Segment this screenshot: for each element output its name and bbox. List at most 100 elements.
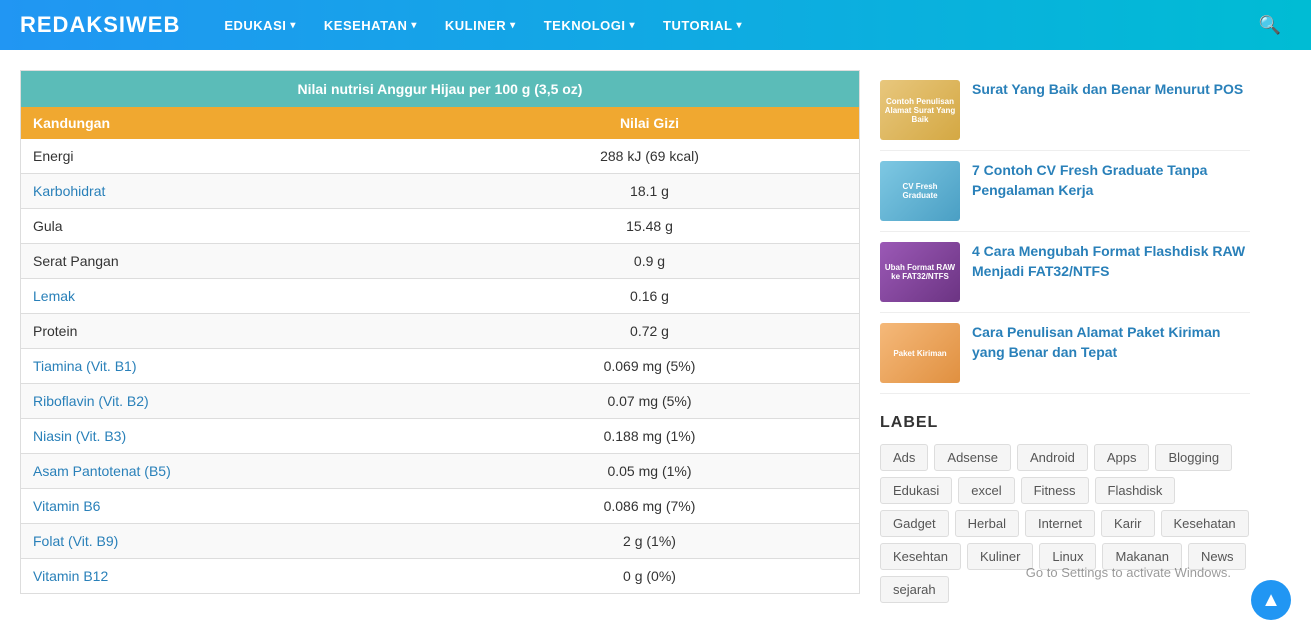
sidebar-articles: Contoh Penulisan Alamat Surat Yang Baik S… bbox=[880, 70, 1250, 394]
table-row: Gula15.48 g bbox=[21, 209, 860, 244]
article-info: 4 Cara Mengubah Format Flashdisk RAW Men… bbox=[972, 242, 1250, 281]
table-row: Riboflavin (Vit. B2)0.07 mg (5%) bbox=[21, 384, 860, 419]
cell-kandungan: Tiamina (Vit. B1) bbox=[21, 349, 441, 384]
sidebar-article: Paket Kiriman Cara Penulisan Alamat Paket… bbox=[880, 313, 1250, 394]
cell-kandungan: Gula bbox=[21, 209, 441, 244]
nav-edukasi[interactable]: EDUKASI ▾ bbox=[210, 0, 310, 50]
label-tag[interactable]: Kesehtan bbox=[880, 543, 961, 570]
header: REDAKSIWEB EDUKASI ▾ KESEHATAN ▾ KULINER… bbox=[0, 0, 1311, 50]
article-info: 7 Contoh CV Fresh Graduate Tanpa Pengala… bbox=[972, 161, 1250, 200]
nutrition-table: Nilai nutrisi Anggur Hijau per 100 g (3,… bbox=[20, 70, 860, 594]
scroll-to-top-button[interactable]: ▲ bbox=[1251, 580, 1291, 620]
table-header: Kandungan Nilai Gizi bbox=[21, 107, 860, 139]
cell-nilai-gizi: 0.16 g bbox=[440, 279, 860, 314]
nav-kesehatan[interactable]: KESEHATAN ▾ bbox=[310, 0, 431, 50]
label-tag[interactable]: Blogging bbox=[1155, 444, 1232, 471]
cell-nilai-gizi: 288 kJ (69 kcal) bbox=[440, 139, 860, 174]
table-row: Asam Pantotenat (B5)0.05 mg (1%) bbox=[21, 454, 860, 489]
label-tag[interactable]: Apps bbox=[1094, 444, 1150, 471]
label-tag[interactable]: Ads bbox=[880, 444, 928, 471]
article-title[interactable]: 7 Contoh CV Fresh Graduate Tanpa Pengala… bbox=[972, 161, 1250, 200]
label-tag[interactable]: Linux bbox=[1039, 543, 1096, 570]
search-icon[interactable]: 🔍 bbox=[1249, 15, 1291, 36]
cell-nilai-gizi: 0.188 mg (1%) bbox=[440, 419, 860, 454]
label-tag[interactable]: Flashdisk bbox=[1095, 477, 1176, 504]
label-tag[interactable]: Kesehatan bbox=[1161, 510, 1249, 537]
chevron-down-icon: ▾ bbox=[737, 20, 743, 31]
thumbnail-text: CV Fresh Graduate bbox=[880, 178, 960, 204]
chevron-down-icon: ▾ bbox=[411, 20, 417, 31]
cell-kandungan: Asam Pantotenat (B5) bbox=[21, 454, 441, 489]
cell-kandungan: Vitamin B6 bbox=[21, 489, 441, 524]
main-content: Nilai nutrisi Anggur Hijau per 100 g (3,… bbox=[20, 70, 860, 603]
cell-kandungan: Niasin (Vit. B3) bbox=[21, 419, 441, 454]
label-tag[interactable]: Internet bbox=[1025, 510, 1095, 537]
nav-tutorial[interactable]: TUTORIAL ▾ bbox=[649, 0, 756, 50]
cell-kandungan: Karbohidrat bbox=[21, 174, 441, 209]
col-nilai-gizi: Nilai Gizi bbox=[440, 107, 860, 139]
sidebar: Contoh Penulisan Alamat Surat Yang Baik S… bbox=[880, 70, 1250, 603]
article-title[interactable]: 4 Cara Mengubah Format Flashdisk RAW Men… bbox=[972, 242, 1250, 281]
cell-nilai-gizi: 0.07 mg (5%) bbox=[440, 384, 860, 419]
col-kandungan: Kandungan bbox=[21, 107, 441, 139]
article-title[interactable]: Surat Yang Baik dan Benar Menurut POS bbox=[972, 80, 1250, 100]
cell-kandungan: Vitamin B12 bbox=[21, 559, 441, 594]
article-thumbnail: CV Fresh Graduate bbox=[880, 161, 960, 221]
article-thumbnail: Ubah Format RAW ke FAT32/NTFS bbox=[880, 242, 960, 302]
chevron-down-icon: ▾ bbox=[629, 20, 635, 31]
cell-kandungan: Riboflavin (Vit. B2) bbox=[21, 384, 441, 419]
label-tag[interactable]: excel bbox=[958, 477, 1014, 504]
article-thumbnail: Paket Kiriman bbox=[880, 323, 960, 383]
cell-kandungan: Folat (Vit. B9) bbox=[21, 524, 441, 559]
label-tag[interactable]: Gadget bbox=[880, 510, 949, 537]
thumbnail-text: Paket Kiriman bbox=[889, 345, 950, 362]
label-tag[interactable]: Edukasi bbox=[880, 477, 952, 504]
cell-nilai-gizi: 0.9 g bbox=[440, 244, 860, 279]
label-tag[interactable]: Kuliner bbox=[967, 543, 1033, 570]
chevron-down-icon: ▾ bbox=[510, 20, 516, 31]
label-tags: AdsAdsenseAndroidAppsBlogging Edukasiexce… bbox=[880, 444, 1250, 603]
cell-nilai-gizi: 18.1 g bbox=[440, 174, 860, 209]
label-tag[interactable]: sejarah bbox=[880, 576, 949, 603]
cell-kandungan: Protein bbox=[21, 314, 441, 349]
label-tag[interactable]: Karir bbox=[1101, 510, 1154, 537]
table-row: Karbohidrat18.1 g bbox=[21, 174, 860, 209]
label-tag[interactable]: Herbal bbox=[955, 510, 1019, 537]
cell-nilai-gizi: 15.48 g bbox=[440, 209, 860, 244]
thumbnail-text: Ubah Format RAW ke FAT32/NTFS bbox=[880, 259, 960, 285]
label-tag[interactable]: Android bbox=[1017, 444, 1088, 471]
thumbnail-text: Contoh Penulisan Alamat Surat Yang Baik bbox=[880, 93, 960, 128]
sidebar-article: CV Fresh Graduate 7 Contoh CV Fresh Gradu… bbox=[880, 151, 1250, 232]
table-title: Nilai nutrisi Anggur Hijau per 100 g (3,… bbox=[21, 71, 860, 108]
main-nav: EDUKASI ▾ KESEHATAN ▾ KULINER ▾ TEKNOLOG… bbox=[210, 0, 1248, 50]
cell-nilai-gizi: 0.05 mg (1%) bbox=[440, 454, 860, 489]
article-info: Surat Yang Baik dan Benar Menurut POS bbox=[972, 80, 1250, 100]
cell-kandungan: Lemak bbox=[21, 279, 441, 314]
table-row: Protein0.72 g bbox=[21, 314, 860, 349]
chevron-down-icon: ▾ bbox=[290, 20, 296, 31]
article-info: Cara Penulisan Alamat Paket Kiriman yang… bbox=[972, 323, 1250, 362]
cell-nilai-gizi: 0.72 g bbox=[440, 314, 860, 349]
sidebar-article: Ubah Format RAW ke FAT32/NTFS 4 Cara Meng… bbox=[880, 232, 1250, 313]
article-title[interactable]: Cara Penulisan Alamat Paket Kiriman yang… bbox=[972, 323, 1250, 362]
label-tag[interactable]: News bbox=[1188, 543, 1247, 570]
sidebar-article: Contoh Penulisan Alamat Surat Yang Baik S… bbox=[880, 70, 1250, 151]
page-content: Nilai nutrisi Anggur Hijau per 100 g (3,… bbox=[0, 50, 1311, 603]
table-row: Serat Pangan0.9 g bbox=[21, 244, 860, 279]
logo[interactable]: REDAKSIWEB bbox=[20, 12, 180, 38]
nav-kuliner[interactable]: KULINER ▾ bbox=[431, 0, 530, 50]
table-row: Niasin (Vit. B3)0.188 mg (1%) bbox=[21, 419, 860, 454]
table-row: Energi288 kJ (69 kcal) bbox=[21, 139, 860, 174]
table-row: Vitamin B60.086 mg (7%) bbox=[21, 489, 860, 524]
label-tag[interactable]: Fitness bbox=[1021, 477, 1089, 504]
cell-kandungan: Energi bbox=[21, 139, 441, 174]
table-row: Vitamin B120 g (0%) bbox=[21, 559, 860, 594]
label-section: LABEL AdsAdsenseAndroidAppsBlogging Eduka… bbox=[880, 414, 1250, 603]
label-heading: LABEL bbox=[880, 414, 1250, 432]
label-tag[interactable]: Makanan bbox=[1102, 543, 1181, 570]
table-row: Lemak0.16 g bbox=[21, 279, 860, 314]
nav-teknologi[interactable]: TEKNOLOGI ▾ bbox=[530, 0, 649, 50]
label-tag[interactable]: Adsense bbox=[934, 444, 1011, 471]
article-thumbnail: Contoh Penulisan Alamat Surat Yang Baik bbox=[880, 80, 960, 140]
cell-nilai-gizi: 0.086 mg (7%) bbox=[440, 489, 860, 524]
